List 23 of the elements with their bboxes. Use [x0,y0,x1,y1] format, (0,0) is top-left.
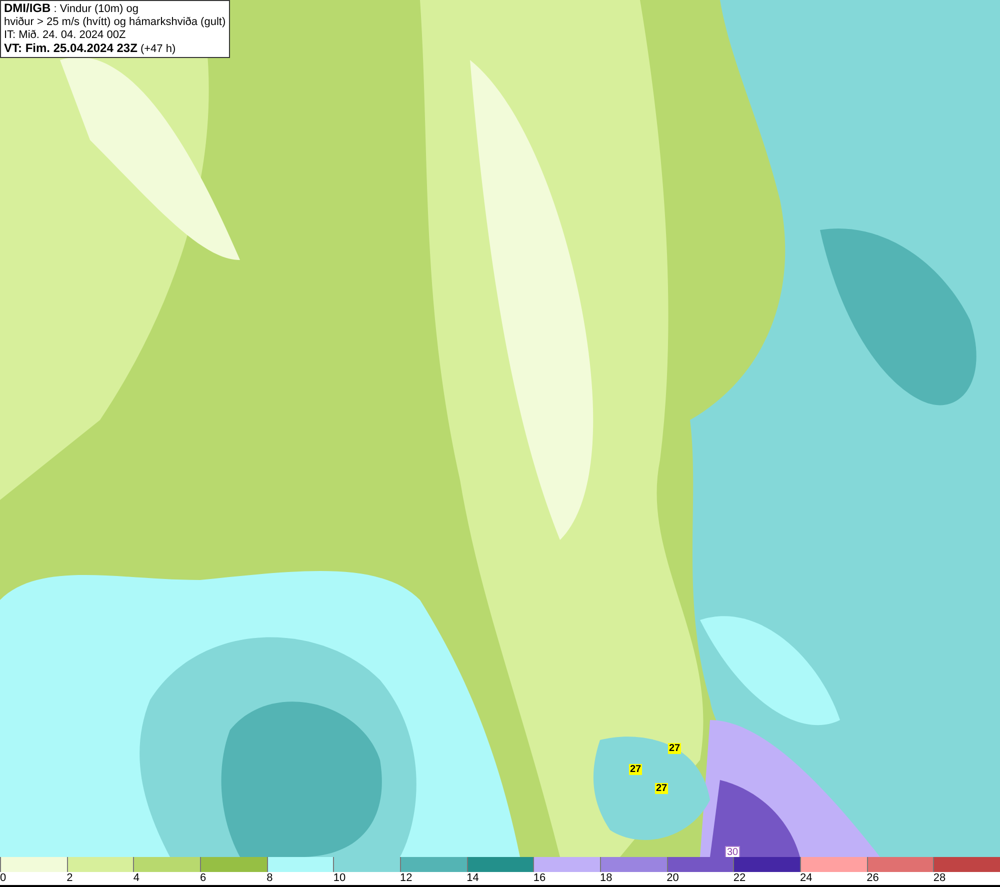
legend-label: 12 [400,872,412,885]
map-info-text: hviður > 25 m/s (hvítt) og hámarkshviða (gult) [4,16,226,29]
legend-label: 16 [533,872,546,885]
gust-label: 27 [629,764,642,775]
legend-label: 28 [933,872,946,885]
legend-label: 2 [66,872,73,885]
legend-label: 20 [666,872,679,885]
legend-label: 24 [800,872,812,885]
legend-label: 0 [0,872,6,885]
legend-label: 22 [733,872,746,885]
legend-label: 4 [133,872,140,885]
map-info-text: DMI/IGB : Vindur (10m) og [4,2,140,16]
map-info-text: IT: Mið. 24. 04. 2024 00Z [4,29,127,42]
legend-label: 26 [866,872,879,885]
legend-label: 18 [600,872,612,885]
gust-label: 27 [668,743,682,754]
legend-label: 14 [466,872,479,885]
legend-label: 8 [266,872,273,885]
gust-label: 27 [655,783,668,794]
map-info-text: VT: Fim. 25.04.2024 23Z (+47 h) [4,42,177,56]
gust-label: 30 [725,846,740,857]
legend-label: 6 [200,872,206,885]
legend-label: 10 [333,872,346,885]
